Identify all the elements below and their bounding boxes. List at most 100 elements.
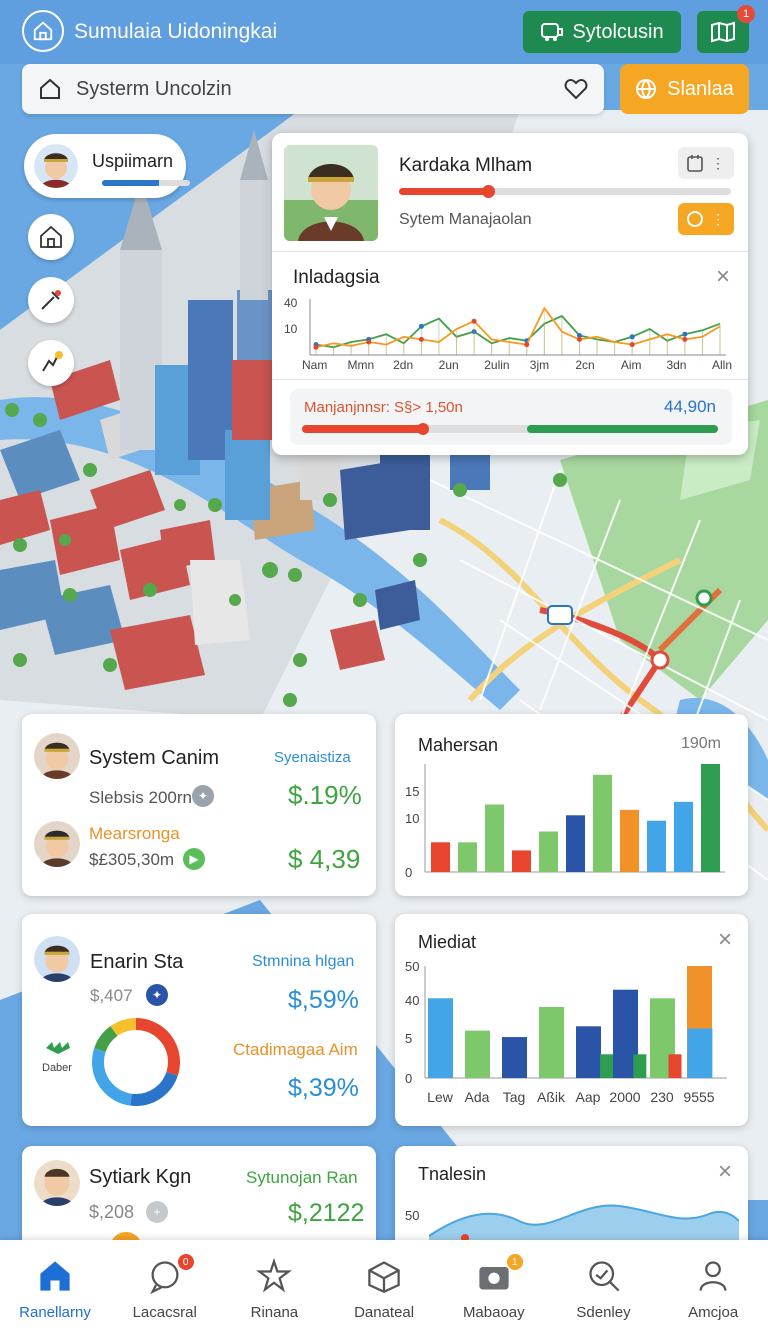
map-icon: [711, 21, 735, 43]
home-icon: [40, 1261, 70, 1291]
bar: [620, 809, 639, 872]
row-value: $,59%: [288, 986, 359, 1014]
x-tick-label: Aßik: [537, 1089, 566, 1105]
nav-item-home[interactable]: Ranellarny: [0, 1240, 110, 1344]
nav-item-search[interactable]: Sdenley: [549, 1240, 659, 1344]
nav-item-camera[interactable]: 1 Mabaoay: [439, 1240, 549, 1344]
user-pill[interactable]: Uspiimarn: [24, 134, 190, 198]
side-hand-button[interactable]: [28, 340, 74, 386]
data-point: [682, 331, 688, 337]
avatar: [34, 936, 80, 982]
map-button[interactable]: 1: [697, 5, 755, 53]
data-point: [418, 336, 424, 342]
stats-card-2[interactable]: Enarin Sta Stmnina hlgan $,407 ✦ $,59% D…: [22, 914, 376, 1126]
bar: [633, 1054, 647, 1078]
y-tick-label: 40: [405, 993, 419, 1008]
y-tick-label: 0: [405, 865, 412, 880]
bar: [674, 801, 693, 872]
nav-label: Mabaoay: [462, 1304, 525, 1321]
home-icon: [40, 78, 60, 99]
profile-name: Kardaka Mlham: [399, 155, 533, 176]
nav-label: Danateal: [354, 1304, 415, 1321]
bar: [566, 815, 585, 872]
data-point: [629, 342, 635, 348]
row-value: $,39%: [288, 1074, 359, 1102]
heart-icon[interactable]: [564, 78, 588, 100]
nav-badge: 0: [177, 1254, 194, 1270]
row-label: $,407: [90, 986, 133, 1005]
leaf-icon: [46, 1042, 70, 1054]
y-tick-label: 0: [405, 1071, 412, 1086]
hand-icon: [42, 351, 63, 372]
line-chart-title: Inladagsia: [293, 267, 380, 288]
profile-menu-button[interactable]: ⋮: [678, 147, 734, 179]
tick-label: 50: [405, 1208, 420, 1223]
card-tag: Stmnina hlgan: [252, 953, 355, 970]
bus-icon: [541, 23, 564, 41]
x-tick-label: 2000: [609, 1089, 640, 1105]
data-point: [576, 336, 582, 342]
y-tick-label: 50: [405, 959, 419, 974]
line-chart: 40 10 Nam Mmn 2dn 2un 2ulin 3jm 2cn Aim 3dn Alln: [284, 296, 732, 372]
nav-label: Amcjoa: [688, 1304, 739, 1321]
search-input[interactable]: Systerm Uncolzin: [76, 78, 564, 101]
avatar: [34, 733, 80, 779]
card-tag: Syenaistiza: [274, 749, 351, 766]
chart-title: Mahersan: [418, 735, 499, 755]
side-home-button[interactable]: [28, 214, 74, 260]
calendar-icon: [687, 155, 703, 172]
data-point: [366, 339, 372, 345]
more-icon: ⋮: [711, 154, 725, 171]
bar-chart: 15 10 0: [405, 764, 725, 880]
nav-item-star[interactable]: Rinana: [219, 1240, 329, 1344]
profile-action-button[interactable]: ⋮: [678, 203, 734, 235]
bar-chart: 504050Lew Ada Tag Aßik Aap 2000 230 9555: [405, 959, 727, 1105]
x-tick-label: Aap: [576, 1089, 601, 1105]
x-tick-label: 9555: [683, 1089, 714, 1105]
y-tick-label: 40: [284, 296, 298, 310]
bar-chart-card-2[interactable]: Miediat × 50 40 5 0 Lew Ada Tag Aßik Aap 2000 230 9…: [395, 914, 748, 1126]
bar: [687, 1028, 713, 1078]
play-icon[interactable]: ▶: [183, 848, 205, 870]
row-value: $,2122: [288, 1199, 365, 1227]
nav-item-box[interactable]: Danateal: [329, 1240, 439, 1344]
nav-label: Rinana: [250, 1304, 299, 1321]
bar: [539, 1006, 564, 1078]
primary-action-button[interactable]: Sytolcusin: [523, 11, 681, 53]
info-icon[interactable]: ✦: [192, 785, 214, 807]
bar: [593, 774, 612, 872]
x-tick-label: Alln: [712, 358, 732, 372]
side-tool-button[interactable]: [28, 277, 74, 323]
chart-title: Tnalesin: [418, 1164, 487, 1184]
bar: [647, 820, 666, 872]
search-action-button[interactable]: Slanlaa: [620, 64, 749, 114]
card-title: System Canim: [89, 747, 220, 769]
data-point: [682, 336, 688, 342]
x-tick-label: 2cn: [575, 358, 594, 372]
box-icon: [368, 1261, 400, 1293]
home-logo-icon[interactable]: [22, 10, 64, 52]
bar: [428, 998, 453, 1078]
bar-chart-card-1[interactable]: Mahersan 190m 15 10 0: [395, 714, 748, 896]
avatar: [34, 1160, 80, 1206]
data-point: [629, 334, 635, 340]
nav-item-chat[interactable]: 0 Lacacsral: [110, 1240, 220, 1344]
search-bar[interactable]: Systerm Uncolzin: [22, 64, 604, 114]
house-icon: [40, 225, 62, 248]
close-icon[interactable]: ×: [716, 263, 730, 291]
nav-item-user[interactable]: Amcjoa: [658, 1240, 768, 1344]
divider: [272, 251, 748, 252]
x-tick-label: 2ulin: [484, 358, 509, 372]
y-tick-label: 10: [284, 322, 298, 336]
data-point: [418, 323, 424, 329]
close-icon[interactable]: ×: [718, 926, 732, 954]
app-title: Sumulaia Uidoningkai: [74, 20, 278, 43]
plus-icon[interactable]: ✦: [146, 984, 168, 1006]
close-icon[interactable]: ×: [718, 1158, 732, 1186]
bar: [458, 842, 477, 872]
plus-icon[interactable]: +: [146, 1201, 168, 1223]
x-tick-label: Nam: [302, 358, 327, 372]
stats-card-1[interactable]: System Canim Syenaistiza Slebsis 200rn ✦…: [22, 714, 376, 896]
nav-label: Ranellarny: [19, 1304, 91, 1321]
card-title: Enarin Sta: [90, 951, 184, 973]
